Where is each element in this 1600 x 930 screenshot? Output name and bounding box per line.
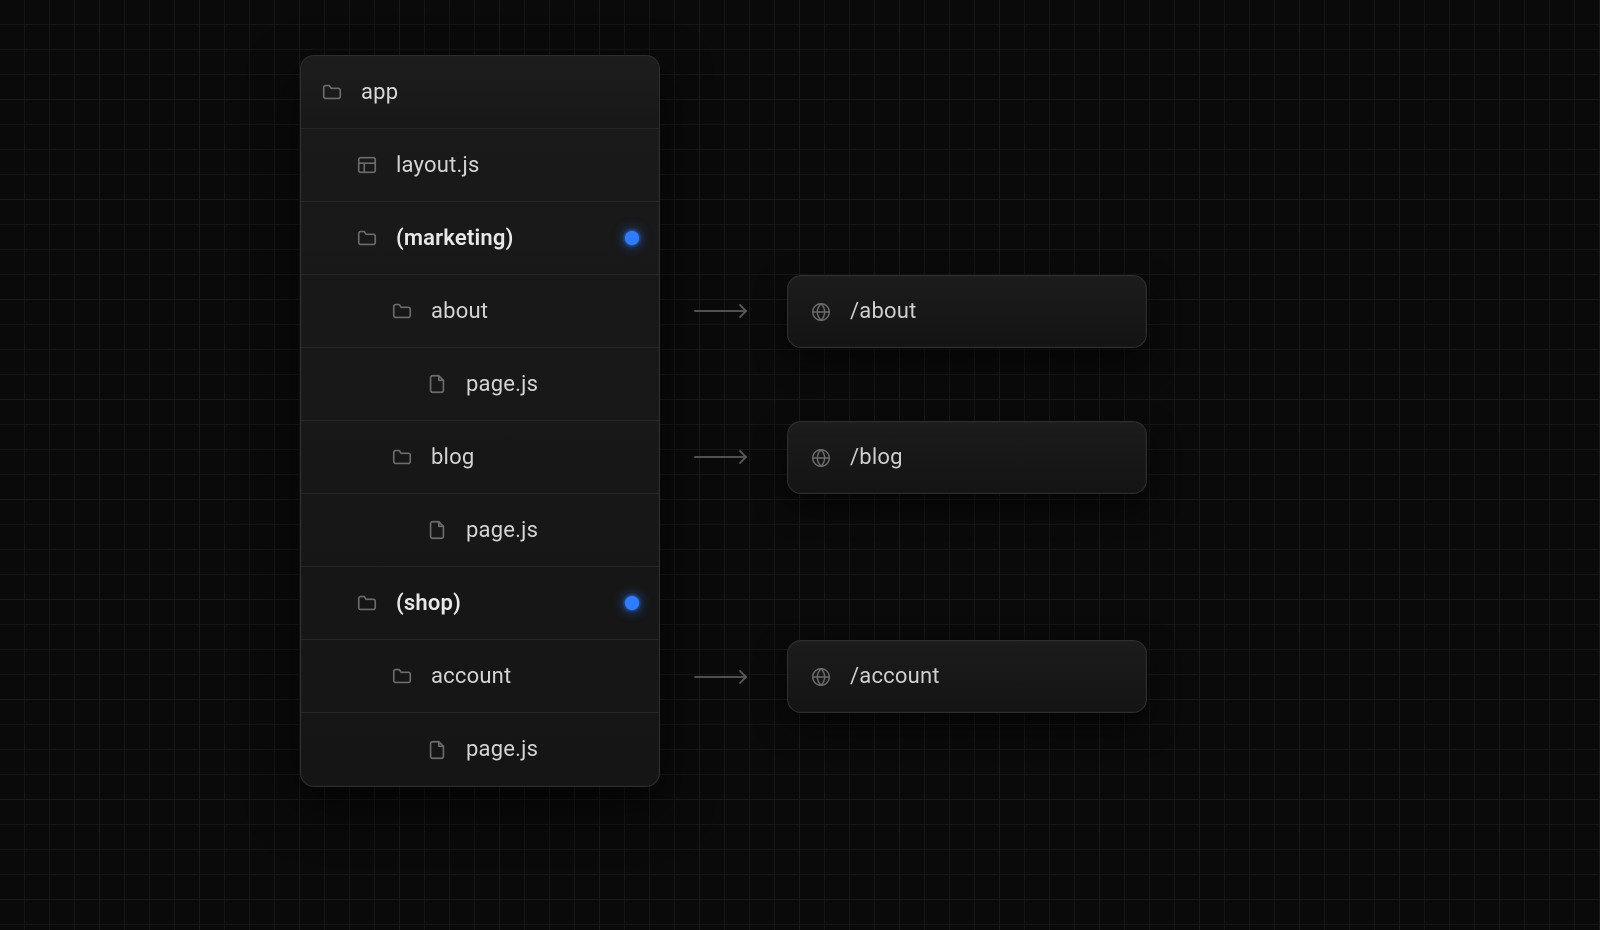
tree-row-label: (marketing) bbox=[396, 226, 607, 251]
tree-row: (marketing) bbox=[301, 202, 659, 275]
folder-icon bbox=[391, 300, 413, 322]
tree-row: about bbox=[301, 275, 659, 348]
layout-icon bbox=[356, 154, 378, 176]
route-badge: /about bbox=[787, 275, 1147, 348]
globe-icon bbox=[810, 666, 832, 688]
folder-icon bbox=[391, 446, 413, 468]
tree-row: (shop) bbox=[301, 567, 659, 640]
route-path: /account bbox=[850, 664, 1146, 689]
arrow-icon bbox=[694, 668, 754, 686]
file-icon bbox=[426, 519, 448, 541]
folder-icon bbox=[391, 665, 413, 687]
route-group-indicator-icon bbox=[625, 596, 639, 610]
tree-row: page.js bbox=[301, 348, 659, 421]
route-path: /blog bbox=[850, 445, 1146, 470]
tree-row-label: page.js bbox=[466, 518, 639, 543]
tree-row-label: page.js bbox=[466, 737, 639, 762]
route-path: /about bbox=[850, 299, 1146, 324]
tree-row: blog bbox=[301, 421, 659, 494]
tree-row: account bbox=[301, 640, 659, 713]
tree-root-row: app bbox=[301, 56, 659, 129]
route-badge: /blog bbox=[787, 421, 1147, 494]
tree-row-label: about bbox=[431, 299, 639, 324]
route-badge: /account bbox=[787, 640, 1147, 713]
tree-rows: layout.js (marketing) about page.js blog page… bbox=[301, 129, 659, 786]
globe-icon bbox=[810, 447, 832, 469]
file-tree-panel: app layout.js (marketing) about page.js blog… bbox=[300, 55, 660, 787]
tree-row-label: blog bbox=[431, 445, 639, 470]
tree-row-label: layout.js bbox=[396, 153, 639, 178]
arrow-icon bbox=[694, 302, 754, 320]
diagram-stage: app layout.js (marketing) about page.js blog… bbox=[0, 0, 1600, 930]
file-icon bbox=[426, 739, 448, 761]
tree-row: page.js bbox=[301, 713, 659, 786]
tree-root-label: app bbox=[361, 80, 639, 105]
arrow-icon bbox=[694, 448, 754, 466]
folder-icon bbox=[321, 81, 343, 103]
globe-icon bbox=[810, 301, 832, 323]
folder-icon bbox=[356, 227, 378, 249]
tree-row-label: account bbox=[431, 664, 639, 689]
tree-row-label: page.js bbox=[466, 372, 639, 397]
route-group-indicator-icon bbox=[625, 231, 639, 245]
file-icon bbox=[426, 373, 448, 395]
tree-row-label: (shop) bbox=[396, 591, 607, 616]
tree-row: page.js bbox=[301, 494, 659, 567]
tree-row: layout.js bbox=[301, 129, 659, 202]
folder-icon bbox=[356, 592, 378, 614]
